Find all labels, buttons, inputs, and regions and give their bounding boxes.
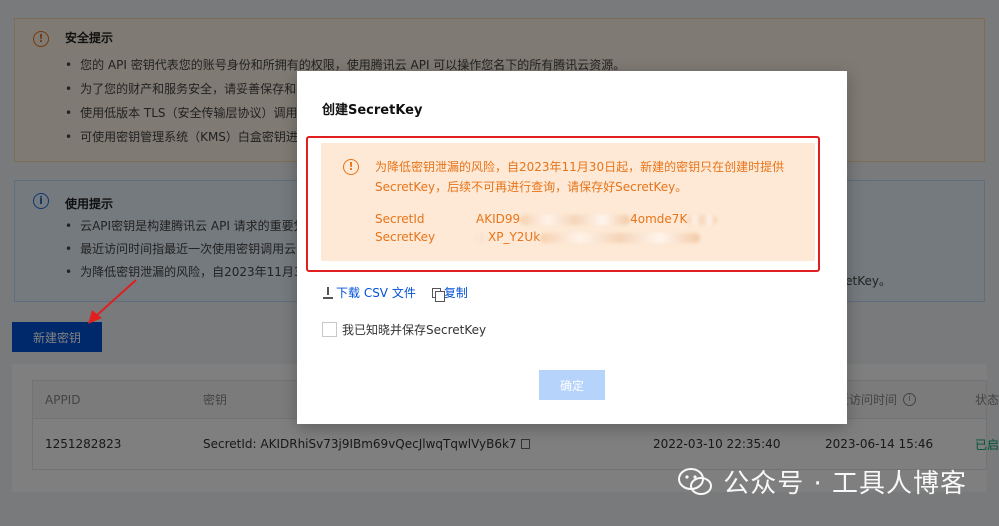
watermark: 公众号 · 工具人博客 xyxy=(677,463,967,500)
copy-icon xyxy=(431,287,445,302)
highlight-box xyxy=(306,136,820,272)
wechat-logo-icon xyxy=(678,467,713,495)
download-icon xyxy=(323,286,333,299)
acknowledge-checkbox-row[interactable]: 我已知晓并保存SecretKey xyxy=(322,321,486,338)
download-csv-link[interactable]: 下载 CSV 文件 xyxy=(336,284,416,301)
copy-link[interactable]: 复制 xyxy=(444,284,468,301)
acknowledge-label: 我已知晓并保存SecretKey xyxy=(342,323,487,337)
confirm-button[interactable]: 确定 xyxy=(539,370,605,400)
dialog-title: 创建SecretKey xyxy=(322,103,423,118)
watermark-text: 公众号 · 工具人博客 xyxy=(723,469,967,499)
dialog-actions: 下载 CSV 文件 复制 xyxy=(323,284,468,302)
acknowledge-checkbox[interactable] xyxy=(322,322,337,337)
create-secretkey-dialog: 创建SecretKey ! 为降低密钥泄漏的风险，自2023年11月30日起，新… xyxy=(297,71,847,424)
